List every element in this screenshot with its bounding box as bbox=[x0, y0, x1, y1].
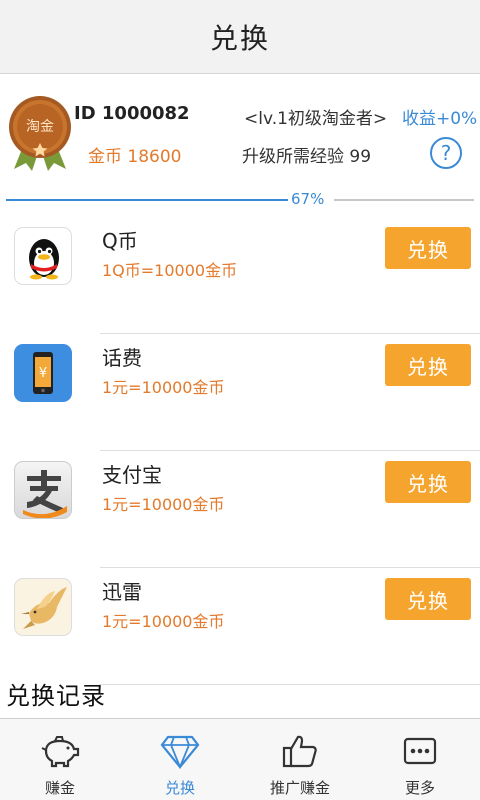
profile-panel: 淘金 bbox=[0, 75, 480, 187]
exchange-item-qcoin: Q币 1Q币=10000金币 兑换 bbox=[0, 217, 480, 334]
user-id: ID 1000082 bbox=[74, 103, 190, 124]
exchange-button[interactable]: 兑换 bbox=[385, 578, 471, 620]
item-rate: 1元=10000金币 bbox=[102, 378, 225, 397]
item-name: 支付宝 bbox=[102, 463, 162, 487]
item-rate: 1Q币=10000金币 bbox=[102, 261, 238, 280]
diamond-icon bbox=[160, 733, 200, 769]
exchange-button[interactable]: 兑换 bbox=[385, 461, 471, 503]
tab-more[interactable]: 更多 bbox=[360, 719, 480, 800]
piggy-bank-icon bbox=[40, 733, 80, 769]
qq-penguin-icon bbox=[14, 227, 72, 285]
exchange-item-alipay: 支付宝 1元=10000金币 兑换 bbox=[0, 451, 480, 568]
progress-bar-filled bbox=[6, 199, 288, 201]
tab-label: 赚金 bbox=[44, 779, 75, 797]
divider bbox=[100, 684, 480, 685]
tab-label: 推广赚金 bbox=[269, 779, 330, 797]
progress-bar-remaining bbox=[334, 199, 474, 201]
page-title: 兑换 bbox=[209, 21, 270, 55]
alipay-icon bbox=[14, 461, 72, 519]
svg-text:淘金: 淘金 bbox=[26, 119, 54, 135]
item-name: 迅雷 bbox=[102, 580, 142, 604]
exchange-item-xunlei: 迅雷 1元=10000金币 兑换 bbox=[0, 568, 480, 685]
question-mark-icon: ? bbox=[440, 141, 452, 165]
exchange-records-title: 兑换记录 bbox=[6, 682, 106, 710]
item-rate: 1元=10000金币 bbox=[102, 612, 225, 631]
user-level: <lv.1初级淘金者> bbox=[244, 109, 388, 129]
more-dots-icon bbox=[400, 733, 440, 769]
bottom-tab-bar: 赚金 兑换 推广赚金 更多 bbox=[0, 718, 480, 800]
tab-earn[interactable]: 赚金 bbox=[0, 719, 120, 800]
phone-bill-icon: ¥ bbox=[14, 344, 72, 402]
progress-percent: 67% bbox=[291, 190, 325, 208]
item-name: 话费 bbox=[102, 346, 142, 370]
help-button[interactable]: ? bbox=[430, 137, 462, 169]
thumbs-up-icon bbox=[280, 733, 320, 769]
exchange-button[interactable]: 兑换 bbox=[385, 227, 471, 269]
xunlei-bird-icon bbox=[14, 578, 72, 636]
svg-text:¥: ¥ bbox=[39, 366, 47, 381]
exp-needed: 升级所需经验 99 bbox=[242, 147, 372, 167]
tab-exchange[interactable]: 兑换 bbox=[120, 719, 240, 800]
coin-balance: 金币 18600 bbox=[88, 147, 182, 167]
tab-label: 更多 bbox=[404, 779, 435, 797]
income-bonus: 收益+0% bbox=[402, 109, 478, 129]
medal-badge-icon: 淘金 bbox=[9, 96, 71, 171]
exchange-button[interactable]: 兑换 bbox=[385, 344, 471, 386]
item-name: Q币 bbox=[102, 229, 138, 253]
top-bar: 兑换 bbox=[0, 0, 480, 74]
exchange-item-phone-bill: ¥ 话费 1元=10000金币 兑换 bbox=[0, 334, 480, 451]
tab-label: 兑换 bbox=[164, 779, 195, 797]
item-rate: 1元=10000金币 bbox=[102, 495, 225, 514]
tab-promote[interactable]: 推广赚金 bbox=[240, 719, 360, 800]
